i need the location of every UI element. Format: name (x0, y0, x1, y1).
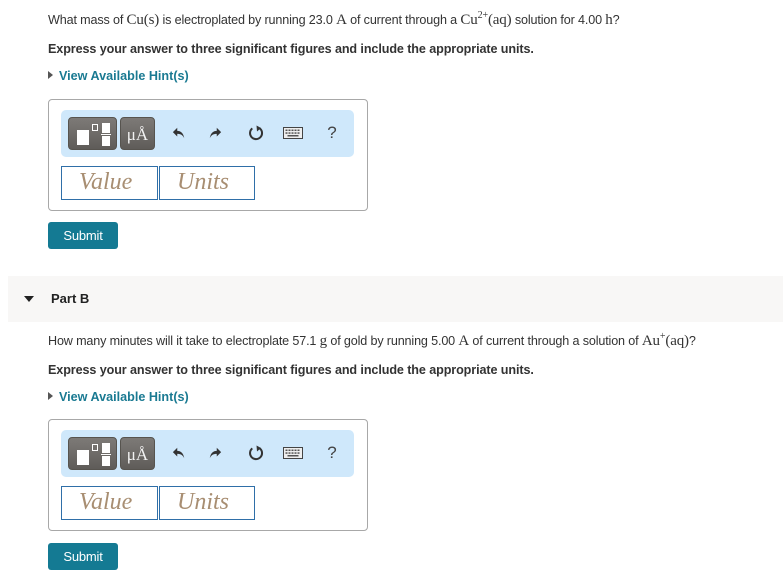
undo-button[interactable] (168, 122, 190, 144)
keyboard-icon (283, 447, 303, 459)
hint-link-label: View Available Hint(s) (59, 69, 189, 83)
units-input[interactable]: Units (159, 166, 255, 200)
question-text: of current through a (346, 13, 461, 27)
keyboard-button[interactable] (282, 122, 304, 144)
units-icon: μÅ (126, 445, 149, 464)
expand-triangle-icon (48, 71, 53, 79)
part-a-question: What mass of Cu(s) is electroplated by r… (48, 10, 620, 29)
math-aq: (aq) (487, 12, 512, 28)
question-text: What mass of (48, 13, 127, 27)
part-a-answer-box: μÅ ? Value Units (48, 99, 368, 211)
math-au: Au (641, 333, 660, 349)
part-b-header[interactable]: Part B (8, 276, 783, 322)
math-toolbar: μÅ ? (61, 430, 354, 477)
question-text: ? (688, 334, 696, 348)
part-a-instruction: Express your answer to three significant… (48, 42, 534, 56)
collapse-caret-icon (24, 296, 34, 302)
redo-icon (209, 127, 222, 139)
part-b-submit-button[interactable]: Submit (48, 543, 118, 570)
math-grams: g (319, 333, 328, 349)
units-icon: μÅ (126, 125, 149, 144)
part-b-title: Part B (51, 291, 90, 306)
expand-triangle-icon (48, 392, 53, 400)
hint-link-label: View Available Hint(s) (59, 390, 189, 404)
help-button[interactable]: ? (321, 442, 343, 464)
part-a-hint-link[interactable]: View Available Hint(s) (48, 69, 189, 83)
math-cu-s: Cu(s) (126, 12, 160, 28)
keyboard-icon (283, 127, 303, 139)
question-text: ? (612, 13, 620, 27)
value-input[interactable]: Value (61, 486, 158, 520)
redo-icon (209, 447, 222, 459)
templates-button[interactable] (68, 117, 117, 150)
question-text: of gold by running 5.00 (327, 334, 459, 348)
math-au-ion: Au+(aq) (641, 332, 689, 350)
question-text: is electroplated by running 23.0 (159, 13, 337, 27)
templates-button[interactable] (68, 437, 117, 470)
reset-icon (249, 445, 264, 461)
reset-icon (249, 125, 264, 141)
math-ampere: A (458, 333, 470, 349)
part-b-answer-box: μÅ ? Value Units (48, 419, 368, 531)
part-a-submit-button[interactable]: Submit (48, 222, 118, 249)
math-toolbar: μÅ ? (61, 110, 354, 157)
undo-icon (172, 127, 185, 139)
undo-icon (172, 447, 185, 459)
units-input[interactable]: Units (159, 486, 255, 520)
keyboard-button[interactable] (282, 442, 304, 464)
math-hours: h (605, 12, 613, 28)
help-icon: ? (327, 123, 337, 142)
math-ampere: A (336, 12, 347, 28)
math-cu-ion: Cu2+(aq) (460, 10, 512, 29)
question-text: solution for 4.00 (511, 13, 606, 27)
units-button[interactable]: μÅ (120, 437, 155, 470)
part-b-question: How many minutes will it take to electro… (48, 332, 696, 350)
reset-button[interactable] (245, 442, 267, 464)
math-cu: Cu (460, 12, 478, 28)
question-text: How many minutes will it take to electro… (48, 334, 320, 348)
value-input[interactable]: Value (61, 166, 158, 200)
reset-button[interactable] (245, 122, 267, 144)
math-charge: 2+ (477, 10, 488, 21)
help-button[interactable]: ? (321, 122, 343, 144)
units-button[interactable]: μÅ (120, 117, 155, 150)
redo-button[interactable] (204, 122, 226, 144)
question-text: of current through a solution of (469, 334, 642, 348)
part-b-hint-link[interactable]: View Available Hint(s) (48, 390, 189, 404)
part-b-instruction: Express your answer to three significant… (48, 363, 534, 377)
undo-button[interactable] (168, 442, 190, 464)
math-aq: (aq) (665, 333, 689, 349)
redo-button[interactable] (204, 442, 226, 464)
help-icon: ? (327, 443, 337, 462)
